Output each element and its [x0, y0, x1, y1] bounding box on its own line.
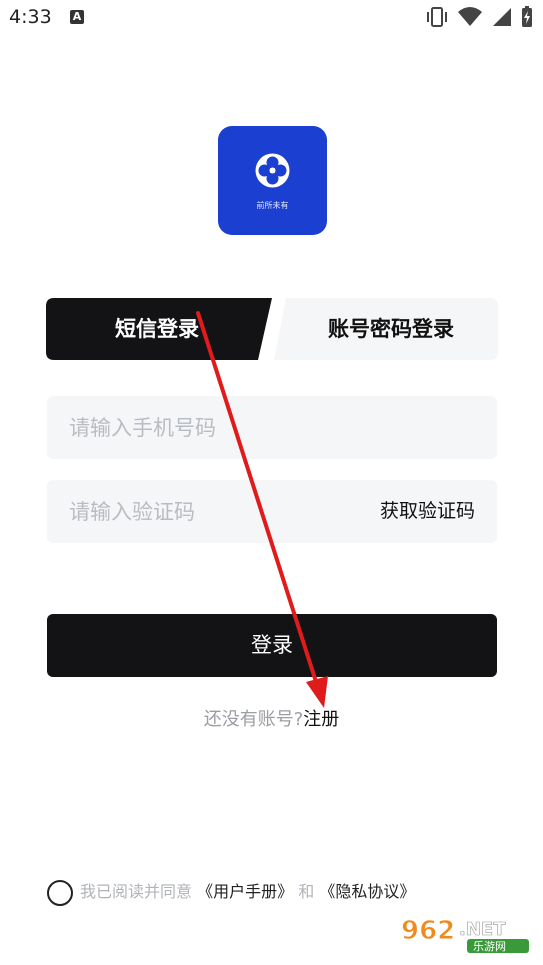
agreement-row: 我已阅读并同意 《用户手册》 和 《隐私协议》	[80, 880, 415, 904]
signal-icon	[493, 8, 511, 26]
watermark-logo: 962 .NET 乐游网	[399, 911, 539, 959]
svg-text:.NET: .NET	[459, 919, 506, 940]
battery-icon	[522, 6, 532, 27]
tab-sms-login[interactable]: 短信登录	[46, 298, 272, 360]
login-button[interactable]: 登录	[47, 614, 497, 677]
tab-sms-label: 短信登录	[115, 317, 199, 341]
wifi-icon	[458, 7, 482, 26]
verification-code-input[interactable]	[47, 480, 369, 543]
app-logo: 前所未有	[218, 126, 327, 235]
logo-mark-icon	[255, 153, 290, 188]
get-code-button[interactable]: 获取验证码	[380, 480, 475, 543]
no-account-text: 还没有账号?	[203, 709, 304, 730]
tab-password-label: 账号密码登录	[328, 317, 454, 341]
privacy-link[interactable]: 《隐私协议》	[319, 882, 415, 901]
register-row: 还没有账号?注册	[0, 705, 543, 731]
agreement-and: 和	[298, 882, 315, 901]
notification-icon: A	[70, 10, 84, 24]
tab-password-login[interactable]: 账号密码登录	[274, 298, 498, 360]
status-time: 4:33	[9, 6, 52, 28]
agreement-prefix: 我已阅读并同意	[80, 882, 193, 901]
phone-input[interactable]	[47, 396, 369, 459]
code-field: 获取验证码	[47, 480, 497, 543]
status-icons	[425, 6, 533, 28]
watermark-icon: 962 .NET 乐游网	[401, 916, 529, 953]
logo-caption: 前所未有	[256, 201, 289, 210]
svg-text:乐游网: 乐游网	[473, 940, 506, 953]
phone-field	[47, 396, 497, 459]
svg-text:962: 962	[401, 916, 455, 946]
agreement-checkbox[interactable]	[47, 880, 73, 906]
user-manual-link[interactable]: 《用户手册》	[197, 882, 293, 901]
register-link[interactable]: 注册	[303, 709, 339, 730]
vibrate-icon	[427, 7, 447, 27]
